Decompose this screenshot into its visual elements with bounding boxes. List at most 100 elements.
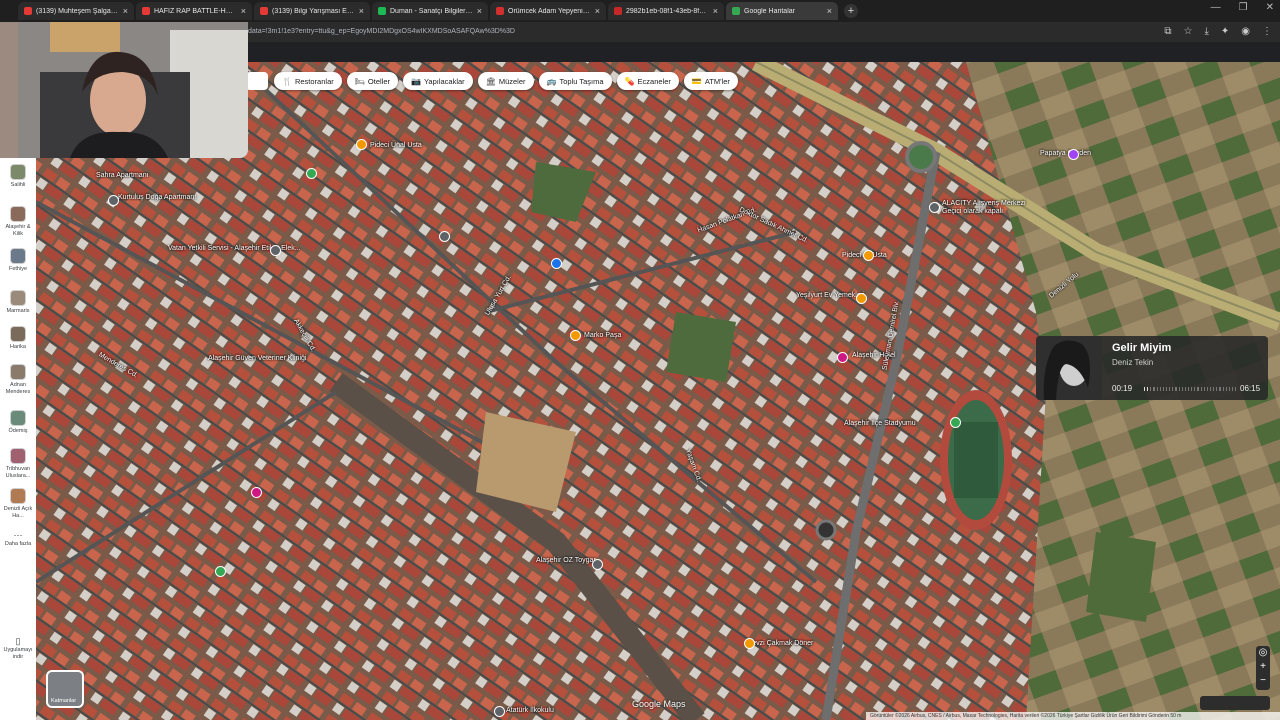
rail-item[interactable]: Harika (0, 326, 36, 351)
more-icon: ⋯ (13, 530, 23, 540)
map-attribution: Görüntüler ©2026 Airbus, CNES / Airbus, … (866, 712, 1280, 720)
vet-pin[interactable] (251, 487, 262, 498)
category-chip[interactable]: 🛏 Oteller (346, 72, 398, 90)
tab-title: Google Haritalar (744, 7, 795, 15)
map-bottom-tools[interactable] (1200, 696, 1270, 710)
category-chip[interactable]: 🏛 Müzeler (477, 72, 534, 90)
park-pin[interactable] (215, 566, 226, 577)
rail-item[interactable]: ▯ Uygulamayı indir (0, 637, 36, 661)
browser-tab[interactable]: (3139) Bilgi Yarışması Edit - 9 × (254, 2, 370, 20)
map-label[interactable]: Atatürk İlkokulu (506, 707, 554, 714)
hotel-pin[interactable] (837, 352, 848, 363)
tab-title: (3139) Bilgi Yarışması Edit - 9 (272, 7, 355, 15)
now-playing-widget[interactable]: Gelir Miyim Deniz Tekin 00:19 06:15 (1036, 336, 1268, 400)
tab-close-icon[interactable]: × (241, 6, 246, 16)
shop-pin[interactable] (108, 195, 119, 206)
map-label[interactable]: Sahra Apartmanı (96, 172, 149, 179)
location-icon[interactable]: ◎ (1256, 646, 1270, 660)
museum-pin[interactable] (551, 258, 562, 269)
map-label[interactable]: Geçici olarak kapalı (942, 208, 1003, 215)
browser-tab-strip: (3139) Muhteşem Şalgam Reklam×HAFIZ RAP … (0, 0, 1280, 22)
toolbar-icons: ⧉ ☆ ⤓ ✦ ◉ ⋮ (1164, 26, 1272, 37)
map-label[interactable]: Alaşehir İlçe Stadyumu (844, 420, 916, 427)
new-tab-button[interactable]: + (844, 4, 858, 18)
address-bar[interactable]: data=!3m1!1e3?entry=ttu&g_ep=EgoyMDI2MDg… (248, 25, 1158, 39)
layers-label: Katmanlar (51, 698, 77, 704)
category-chip[interactable]: 💊 Eczaneler (616, 72, 679, 90)
place-pin[interactable] (439, 231, 450, 242)
browser-tab[interactable]: (3139) Muhteşem Şalgam Reklam × (18, 2, 134, 20)
rail-item[interactable]: Tribhuvan Uluslara... (0, 448, 36, 480)
place-thumbnail (10, 290, 26, 306)
rail-item[interactable]: Ödemiş (0, 410, 36, 435)
download-icon[interactable]: ⤓ (1204, 26, 1208, 37)
browser-tab[interactable]: HAFIZ RAP BATTLE-HAFIZLAR × (136, 2, 252, 20)
map-label[interactable]: Alaşehir Güven Veteriner Kliniği (208, 355, 306, 362)
track-progress-bar[interactable] (1144, 387, 1237, 391)
tab-close-icon[interactable]: × (827, 6, 832, 16)
tab-close-icon[interactable]: × (477, 6, 482, 16)
browser-tab[interactable]: Duman - Sanatçı Bilgileri ve Eri × (372, 2, 488, 20)
tab-favicon-icon (614, 7, 622, 15)
bookmark-star-icon[interactable]: ☆ (1183, 26, 1192, 37)
close-icon[interactable]: ✕ (1266, 2, 1274, 13)
tab-close-icon[interactable]: × (595, 6, 600, 16)
tab-close-icon[interactable]: × (359, 6, 364, 16)
category-chip[interactable]: 🚌 Toplu Taşıma (538, 72, 612, 90)
progress-tick (1235, 387, 1237, 391)
place-thumbnail (10, 164, 26, 180)
map-label[interactable]: Alaşehir OZ Toygar (536, 557, 596, 564)
rail-item-label: Denizli Açık Ha... (3, 506, 33, 519)
rail-item[interactable]: ⋯ Daha fazla (0, 530, 36, 548)
category-chip[interactable]: 🍴 Restoranlar (274, 72, 342, 90)
layers-button[interactable]: Katmanlar (46, 670, 84, 708)
minimize-icon[interactable]: — (1211, 2, 1221, 13)
map-label[interactable]: Kurtuluş Doğa Apartmanı (118, 194, 196, 201)
tab-close-icon[interactable]: × (713, 6, 718, 16)
rail-item[interactable]: Denizli Açık Ha... (0, 488, 36, 520)
stadium-pin[interactable] (950, 417, 961, 428)
restore-icon[interactable]: ❐ (1239, 2, 1248, 13)
extensions-icon[interactable]: ✦ (1221, 26, 1229, 37)
chip-icon: 🏛 (485, 76, 496, 86)
map-label[interactable]: ALACITY Alışveriş Merkezi (942, 200, 1026, 207)
restaurant-pin[interactable] (856, 293, 867, 304)
map-label[interactable]: Marko Paşa (584, 332, 621, 339)
install-icon[interactable]: ⧉ (1164, 26, 1171, 37)
rail-item[interactable]: Adnan Menderes (0, 364, 36, 396)
rail-item[interactable]: Fethiye (0, 248, 36, 273)
restaurant-pin[interactable] (570, 330, 581, 341)
restaurant-pin[interactable] (863, 250, 874, 261)
maps-menu-button[interactable] (246, 72, 268, 90)
place-pin[interactable] (592, 559, 603, 570)
place-thumbnail (10, 448, 26, 464)
garden-pin[interactable] (1068, 149, 1079, 160)
place-thumbnail (10, 248, 26, 264)
browser-tab[interactable]: Google Haritalar × (726, 2, 838, 20)
rail-item[interactable]: Alaşehir & Kilik (0, 206, 36, 238)
mall-pin[interactable] (929, 202, 940, 213)
restaurant-pin[interactable] (356, 139, 367, 150)
tab-close-icon[interactable]: × (123, 6, 128, 16)
zoom-out-button[interactable]: − (1256, 674, 1270, 688)
browser-tab[interactable]: 2982b1eb-08f1-43eb-8f0a-3a × (608, 2, 724, 20)
school-pin[interactable] (494, 706, 505, 717)
service-pin[interactable] (270, 245, 281, 256)
profile-icon[interactable]: ◉ (1241, 26, 1250, 37)
tab-title: Örümcek Adam Yepyeni Bir Gü (508, 7, 591, 15)
map-label[interactable]: Pideci Ünal Usta (370, 142, 422, 149)
zoom-in-button[interactable]: + (1256, 660, 1270, 674)
browser-menu-icon[interactable]: ⋮ (1262, 26, 1272, 37)
category-chip[interactable]: 💳 ATM'ler (683, 72, 738, 90)
rail-item-label: Marmaris (6, 308, 30, 314)
progress-tick (1194, 387, 1196, 391)
map-label[interactable]: Yeşilyurt Ev Yemekleri (796, 292, 865, 299)
rail-item[interactable]: Salihli (0, 164, 36, 189)
restaurant-pin[interactable] (744, 638, 755, 649)
rail-item[interactable]: Marmaris (0, 290, 36, 315)
category-chip[interactable]: 📷 Yapılacaklar (403, 72, 473, 90)
browser-tab[interactable]: Örümcek Adam Yepyeni Bir Gü × (490, 2, 606, 20)
map-label[interactable]: Papatya Garden (1040, 150, 1091, 157)
map-label[interactable]: Fevzi Çakmak Döner (748, 640, 813, 647)
park-pin[interactable] (306, 168, 317, 179)
